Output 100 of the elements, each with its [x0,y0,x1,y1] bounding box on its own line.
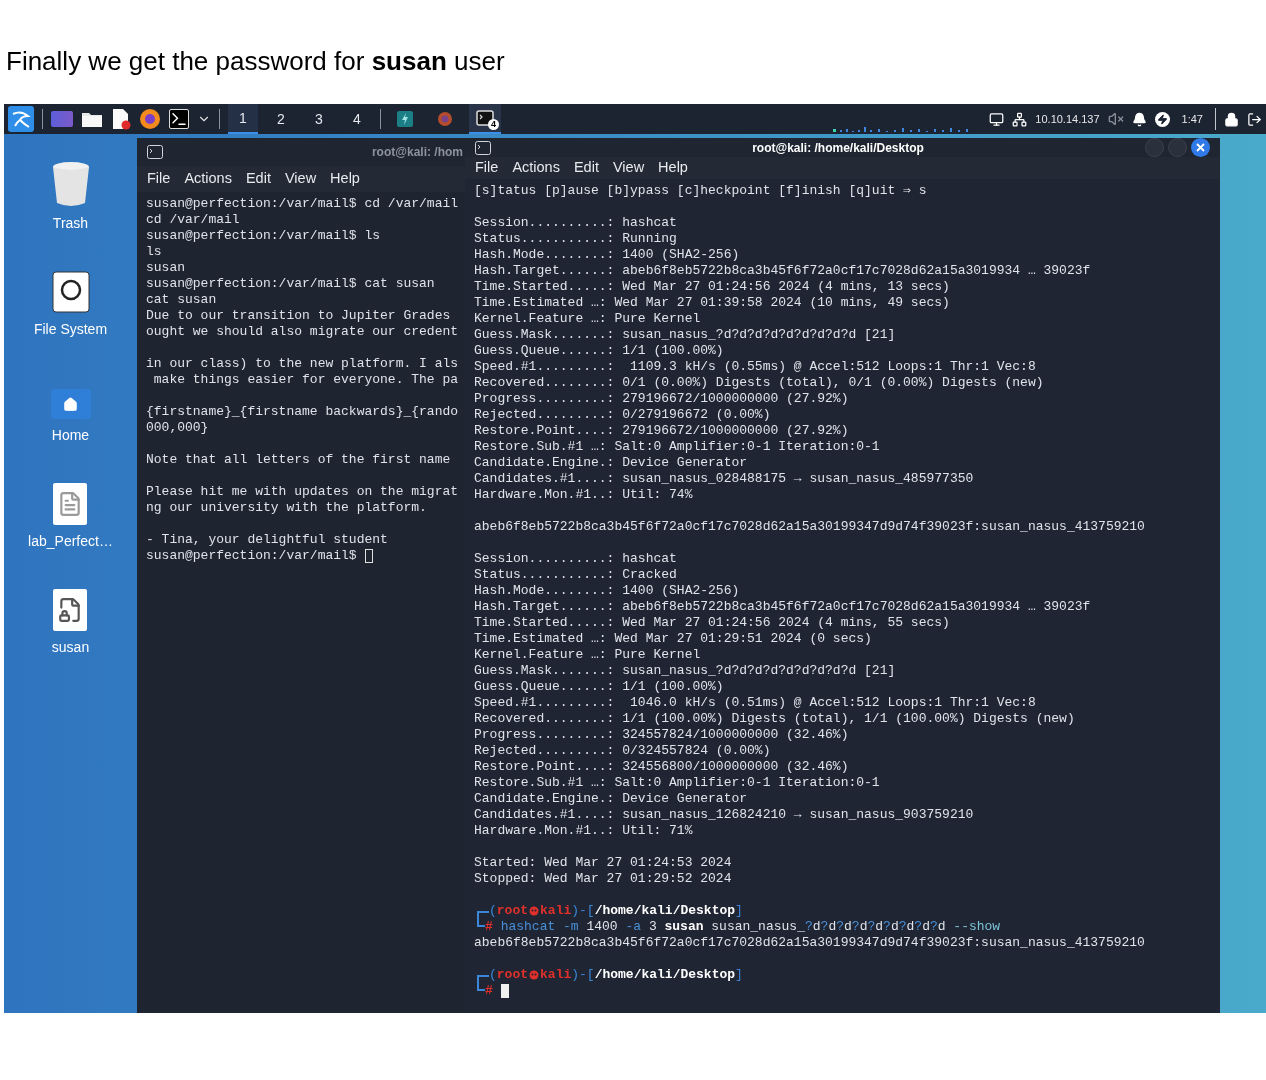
trash-icon [50,161,91,207]
terminal-line: susan@perfection:/var/mail$ ls [146,228,381,244]
terminal-line: Progress.........: 279196672/1000000000 (27.92%) [474,390,850,407]
terminal-line: susan@perfection:/var/mail$ cd /var/mail [146,196,459,212]
terminal-line: Session..........: hashcat [474,550,678,567]
terminal-line: Guess.Mask.......: susan_nasus_?d?d?d?d?d?d?d?d?d [21] [474,662,897,679]
terminal-line: Restore.Point....: 324556800/1000000000 (32.46%) [474,758,850,775]
terminal-line: [s]tatus [p]ause [b]ypass [c]heckpoint [f]inish [q]uit ⇒ s [474,182,928,199]
terminal-line: {firstname}_{firstname backwards}_{rando [146,404,459,420]
drive-icon [51,271,90,313]
workspace-tab[interactable]: 1 [228,104,258,134]
terminal-line: ought we should also migrate our credent [146,324,459,340]
terminal-line: Guess.Queue......: 1/1 (100.00%) [474,342,725,359]
terminal-line: Due to our transition to Jupiter Grades [146,308,451,324]
home-folder-icon [50,389,91,419]
terminal-line: Recovered........: 1/1 (100.00%) Digests (total), 1/1 (100.00%) Digests (new) [474,710,1076,727]
locked-document-icon [53,589,88,631]
terminal-line: Candidates.#1....: susan_nasus_028488175 → susan_nasus_485977350 [474,470,975,487]
lock-icon[interactable] [1224,111,1239,127]
terminal-icon [475,140,491,155]
menu-item[interactable]: Help [330,168,360,190]
muted-speaker-icon[interactable] [1107,111,1124,127]
close-button[interactable] [1191,138,1210,157]
network-icon[interactable] [1012,111,1028,127]
terminal-icon [147,145,163,159]
menu-item[interactable]: File [475,157,499,179]
desktop-icon-label[interactable]: lab_Perfect… [28,531,113,552]
count-badge: 4 [488,119,499,130]
command-line: # [474,982,1211,999]
desktop-icon-label[interactable]: Home [51,425,90,446]
browser-icon[interactable] [139,108,161,130]
menu-item[interactable]: Edit [245,168,271,190]
terminal-line: Rejected.........: 0/279196672 (0.00%) [474,406,772,423]
terminal-line: Restore.Sub.#1 …: Salt:0 Amplifier:0-1 Iteration:0-1 [474,438,881,455]
logo-icon[interactable] [8,106,34,132]
taskbar-app-button[interactable]: 4 [469,104,501,134]
caption: Finally we get the password for susan user [6,46,505,76]
terminal-line: Hardware.Mon.#1..: Util: 74% [474,486,694,503]
clock: 1:47 [1181,111,1203,127]
terminal-line: Recovered........: 0/1 (0.00%) Digests (total), 0/1 (0.00%) Digests (new) [474,374,1045,391]
terminal-line: Session..........: hashcat [474,214,678,231]
terminal-line: susan@perfection:/var/mail$ cat susan [146,276,435,292]
menu-item[interactable]: Help [658,157,688,179]
menu-item[interactable]: Actions [184,168,232,190]
menu-item[interactable]: Actions [512,157,560,179]
terminal-line: - Tina, your delightful student [146,532,388,548]
terminal-line: cat susan [146,292,217,308]
terminal-line: Please hit me with updates on the migrat [146,484,459,500]
menu-item[interactable]: View [284,168,317,190]
terminal-line: Kernel.Feature …: Pure Kernel [474,646,702,663]
workspace-tab[interactable]: 2 [266,104,296,134]
terminal-line: in our class) to the new platform. I als [146,356,459,372]
terminal-line: Progress.........: 324557824/1000000000 (32.46%) [474,726,850,743]
menu-item[interactable]: File [147,168,171,190]
terminal-line: Status...........: Running [474,230,678,247]
terminal-line: Hash.Target......: abeb6f8eb5722b8ca3b45f6f72a0cf17c7028d62a15a3019934 … 39023f [474,262,1092,279]
terminal-line: Hash.Mode........: 1400 (SHA2-256) [474,246,741,263]
folder-icon[interactable] [81,110,103,128]
window-title: root@kali: /home/kali/Desktop [751,139,925,157]
terminal-line: Status...........: Cracked [474,566,678,583]
terminal-line: susan [146,260,185,276]
terminal-line: ls [146,244,162,260]
workspace-tab[interactable]: 3 [304,104,334,134]
terminal-line: susan@perfection:/var/mail$ [146,548,357,564]
close-icon [1196,143,1205,152]
logout-icon[interactable] [1247,111,1262,127]
desktop-icon-label[interactable]: Trash [52,213,89,234]
monitor-icon[interactable] [989,111,1005,127]
desktop-icon-label[interactable]: susan [51,637,90,658]
prompt-line: (root kali)-[/home/kali/Desktop] [474,902,1211,919]
terminal-line: Rejected.........: 0/324557824 (0.00%) [474,742,772,759]
terminal-line: Guess.Mask.......: susan_nasus_?d?d?d?d?d?d?d?d?d [21] [474,326,897,343]
lightning-icon [397,111,413,127]
power-icon[interactable] [1154,111,1170,127]
terminal-line: 000,000} [146,420,209,436]
terminal-line: make things easier for everyone. The pa [152,372,459,388]
terminal-line: Time.Started.....: Wed Mar 27 01:24:56 2024 (4 mins, 55 secs) [474,614,951,631]
terminal-line: Candidates.#1....: susan_nasus_126824210 → susan_nasus_903759210 [474,806,975,823]
terminal-line: abeb6f8eb5722b8ca3b45f6f72a0cf17c7028d62a15a30199347d9d74f39023f:susan_nasus_413759210 [474,934,1146,951]
terminal-icon [476,110,494,126]
terminal-line: Speed.#1.........: 1109.3 kH/s (0.55ms) @ Accel:512 Loops:1 Thr:1 Vec:8 [474,358,1037,375]
terminal-line: Candidate.Engine.: Device Generator [474,454,749,471]
terminal-line: ng our university with the platform. [146,500,427,516]
notification-icon[interactable] [1131,111,1147,127]
terminal-line: abeb6f8eb5722b8ca3b45f6f72a0cf17c7028d62a15a30199347d9d74f39023f:susan_nasus_413759210 [474,518,1146,535]
menu-item[interactable]: View [612,157,645,179]
terminal-line: Restore.Point....: 279196672/1000000000 (27.92%) [474,422,850,439]
document-icon [53,483,88,525]
terminal-line: Speed.#1.........: 1046.0 kH/s (0.51ms) @ Accel:512 Loops:1 Thr:1 Vec:8 [474,694,1037,711]
window-title: root@kali: /hom [371,144,463,161]
terminal-line: Started: Wed Mar 27 01:24:53 2024 [474,854,733,871]
desktop-icon-label[interactable]: File System [33,319,108,340]
terminal-line: Hash.Target......: abeb6f8eb5722b8ca3b45f6f72a0cf17c7028d62a15a3019934 … 39023f [474,598,1092,615]
terminal-icon[interactable] [169,109,189,129]
terminal-line: Time.Estimated …: Wed Mar 27 01:29:51 2024 (0 secs) [474,630,873,647]
terminal-line: Time.Estimated …: Wed Mar 27 01:39:58 2024 (10 mins, 49 secs) [474,294,951,311]
workspace-tab[interactable]: 4 [342,104,372,134]
menu-item[interactable]: Edit [573,157,599,179]
text-editor-icon[interactable] [111,108,131,130]
prompt-line: (root kali)-[/home/kali/Desktop] [474,966,1211,983]
